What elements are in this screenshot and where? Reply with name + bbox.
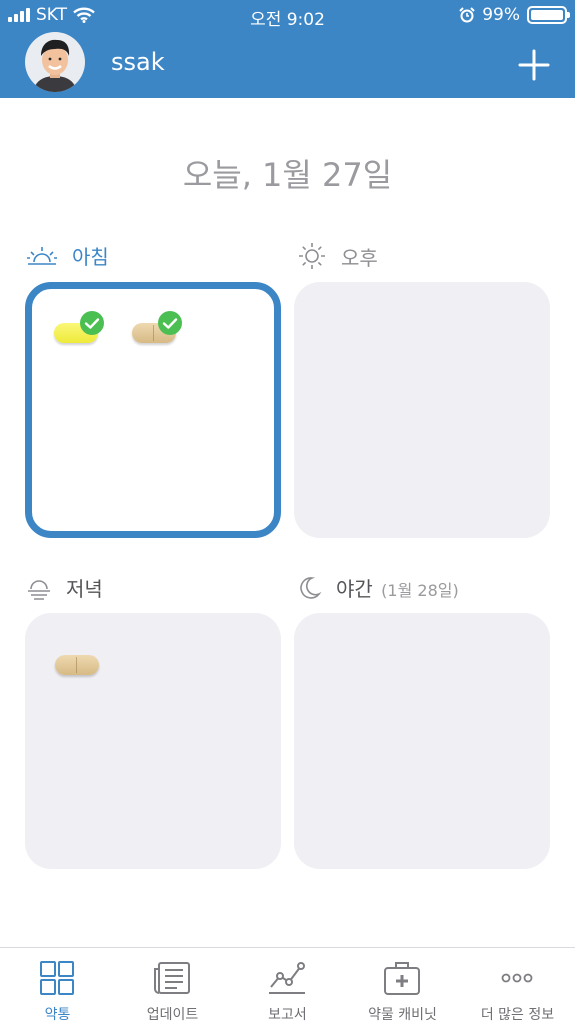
night-card[interactable] <box>294 613 550 869</box>
tab-bar: 약통 업데이트 보고서 약물 캐비닛 더 많은 정보 <box>0 947 575 1024</box>
date-title: 오늘, 1월 27일 <box>182 156 393 194</box>
alarm-icon <box>459 7 475 23</box>
more-dots-icon <box>501 973 533 983</box>
tab-cabinet[interactable]: 약물 캐비닛 <box>345 948 460 1024</box>
pill-tan[interactable] <box>55 655 99 675</box>
tab-more[interactable]: 더 많은 정보 <box>460 948 575 1024</box>
evening-label-text: 저녁 <box>66 577 103 601</box>
sunset-icon <box>28 579 50 600</box>
morning-label: 아침 <box>26 241 109 270</box>
app-header: SKT 오전 9:02 99% ssak <box>0 0 575 98</box>
chart-line-icon <box>269 962 305 994</box>
check-icon <box>80 311 104 335</box>
tab-label: 약통 <box>44 1007 71 1023</box>
battery-percent: 99% <box>482 5 520 25</box>
username[interactable]: ssak <box>111 48 165 76</box>
tab-pillbox[interactable]: 약통 <box>0 948 115 1024</box>
tab-label: 보고서 <box>268 1007 307 1023</box>
tab-label: 더 많은 정보 <box>480 1007 555 1023</box>
status-bar: SKT 오전 9:02 99% <box>0 0 575 32</box>
newspaper-icon <box>154 962 190 994</box>
tab-updates[interactable]: 업데이트 <box>115 948 230 1024</box>
medkit-icon <box>384 962 420 995</box>
moon-icon <box>300 576 322 599</box>
evening-label: 저녁 <box>26 573 103 602</box>
tab-report[interactable]: 보고서 <box>230 948 345 1024</box>
afternoon-label-text: 오후 <box>341 245 378 270</box>
grid-icon <box>40 961 74 995</box>
add-icon[interactable] <box>517 48 551 82</box>
morning-card[interactable] <box>25 282 281 538</box>
check-icon <box>158 311 182 335</box>
night-date-sub: (1월 28일) <box>381 581 459 600</box>
battery-icon <box>527 6 570 24</box>
sun-icon <box>299 243 325 269</box>
morning-label-text: 아침 <box>72 245 109 269</box>
tab-label: 약물 캐비닛 <box>368 1007 437 1023</box>
night-label: 야간 (1월 28일) <box>298 573 459 602</box>
sunrise-icon <box>27 246 57 265</box>
tab-label: 업데이트 <box>146 1007 199 1023</box>
afternoon-label: 오후 <box>297 241 378 271</box>
afternoon-card[interactable] <box>294 282 550 538</box>
avatar[interactable] <box>25 32 85 92</box>
evening-card[interactable] <box>25 613 281 869</box>
night-label-text: 야간 <box>336 577 373 601</box>
